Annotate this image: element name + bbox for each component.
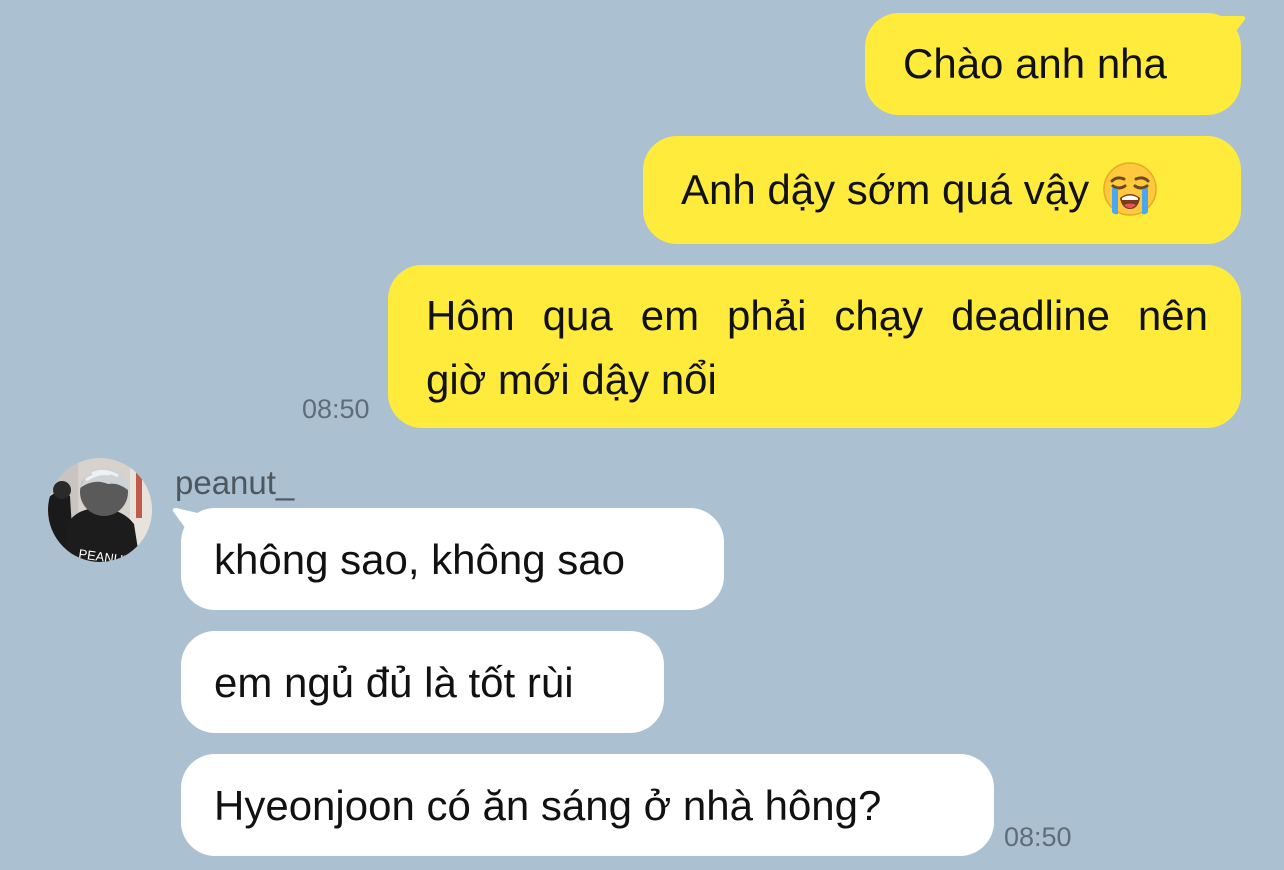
outgoing-timestamp: 08:50	[302, 394, 370, 424]
message-text-line: giờ mới dậy nổi	[426, 356, 717, 403]
outgoing-message-bubble[interactable]: Chào anh nha	[865, 13, 1241, 115]
message-text: Chào anh nha	[903, 40, 1167, 87]
message-text: Anh dậy sớm quá vậy	[681, 162, 1157, 216]
message-text: em ngủ đủ là tốt rùi	[214, 659, 574, 706]
sender-name[interactable]: peanut_	[175, 464, 294, 502]
chat-area[interactable]: Chào anh nha Anh dậy sớm quá vậy Hôm qua…	[0, 0, 1284, 870]
incoming-message-bubble[interactable]: không sao, không sao	[181, 508, 724, 610]
outgoing-message-bubble[interactable]: Anh dậy sớm quá vậy	[643, 136, 1241, 244]
message-text-content: Anh dậy sớm quá vậy	[681, 166, 1090, 213]
incoming-timestamp: 08:50	[1004, 822, 1072, 852]
avatar[interactable]: PEANUT	[48, 458, 152, 562]
outgoing-message-bubble[interactable]: Hôm qua em phải chạy deadline nên giờ mớ…	[388, 265, 1241, 428]
message-text-line: Hôm qua em phải chạy deadline nên	[426, 292, 1208, 339]
message-text: Hôm qua em phải chạy deadline nên giờ mớ…	[426, 295, 1208, 401]
message-text: không sao, không sao	[214, 536, 625, 583]
message-text: Hyeonjoon có ăn sáng ở nhà hông?	[214, 782, 882, 829]
avatar-photo: PEANUT	[48, 458, 152, 562]
incoming-message-bubble[interactable]: em ngủ đủ là tốt rùi	[181, 631, 664, 733]
incoming-message-bubble[interactable]: Hyeonjoon có ăn sáng ở nhà hông?	[181, 754, 994, 856]
loudly-crying-face-icon	[1103, 162, 1157, 216]
